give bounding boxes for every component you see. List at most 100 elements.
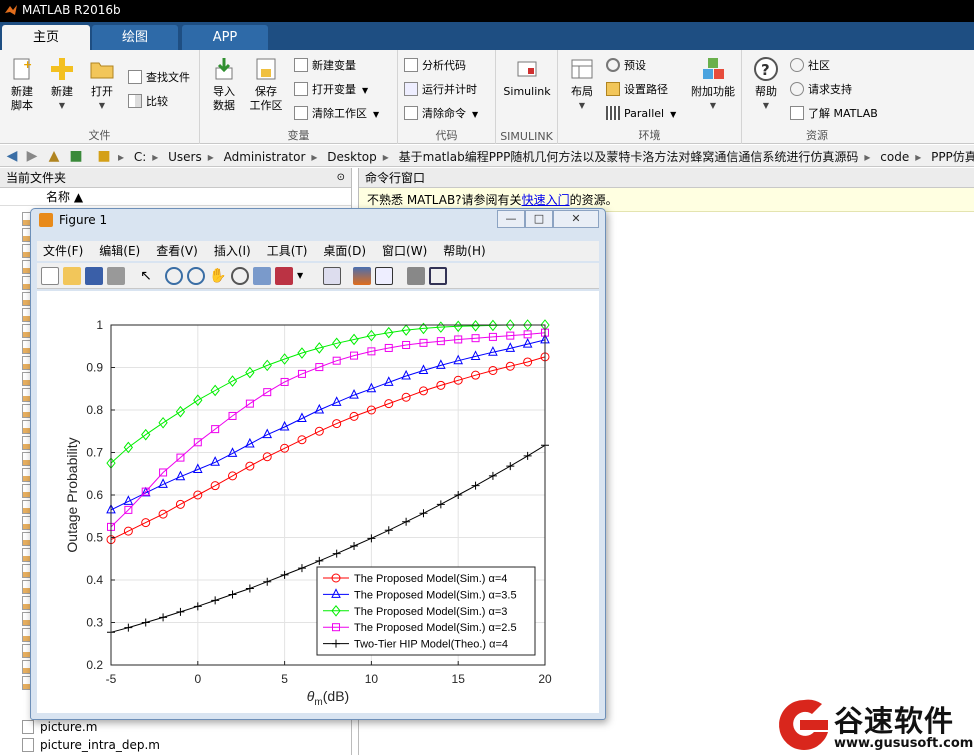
tab-apps[interactable]: APP [182,25,268,50]
up-folder-icon[interactable]: ▲ [46,148,62,164]
set-path-button[interactable]: 设置路径 [606,80,668,100]
back-arrow-icon[interactable]: ◀ [4,148,20,164]
compare-button[interactable]: 比较 [128,92,168,112]
zoom-in-icon[interactable] [165,267,183,285]
legend[interactable]: The Proposed Model(Sim.) α=4 The Proposed… [316,566,536,656]
svg-text:+: + [23,58,32,71]
parallel-button[interactable]: Parallel ▼ [606,104,676,124]
hide-plot-tools-icon[interactable] [407,267,425,285]
menu-desktop[interactable]: 桌面(D) [323,244,366,258]
panel-menu-icon[interactable]: ⊙ [337,168,345,188]
breadcrumb-item[interactable]: PPP仿真 [931,150,974,164]
menu-help[interactable]: 帮助(H) [443,244,485,258]
resources-group: ? 帮助 ▼ 社区 请求支持 了解 MATLAB 资源 [742,50,892,144]
breadcrumb-item[interactable]: Users [168,150,202,164]
menu-insert[interactable]: 插入(I) [214,244,251,258]
maximize-button[interactable]: □ [525,210,553,228]
layout-button[interactable]: 布局 ▼ [562,56,602,113]
new-script-label: 新建 脚本 [11,85,33,112]
data-cursor-icon[interactable] [253,267,271,285]
ribbon: + 新建 脚本 新建 ▼ 打开 ▼ 查找文件 比较 文件 导入 数据 保存 工作… [0,50,974,144]
rotate-3d-icon[interactable] [231,267,249,285]
menu-tools[interactable]: 工具(T) [267,244,308,258]
code-group-label: 代码 [435,129,458,142]
new-button[interactable]: 新建 ▼ [42,56,82,113]
help-button[interactable]: ? 帮助 ▼ [746,56,786,113]
breadcrumb-item[interactable]: Administrator [224,150,306,164]
run-and-time-button[interactable]: 运行并计时 [404,80,477,100]
compare-label: 比较 [146,95,168,108]
preferences-button[interactable]: 预设 [606,56,646,76]
compare-icon [128,94,142,108]
breadcrumb-item[interactable]: C: [134,150,146,164]
breadcrumb-item[interactable]: 基于matlab编程PPP随机几何方法以及蒙特卡洛方法对蜂窝通信通信系统进行仿真… [399,150,859,164]
community-button[interactable]: 社区 [790,56,830,76]
x-tick-label: 5 [281,672,288,686]
simulink-button[interactable]: Simulink [502,56,552,99]
gear-icon [606,58,620,72]
link-plot-icon[interactable] [323,267,341,285]
show-plot-tools-icon[interactable] [429,267,447,285]
save-workspace-icon [256,58,276,80]
tab-plots[interactable]: 绘图 [92,25,178,50]
menu-file[interactable]: 文件(F) [43,244,83,258]
close-button[interactable]: ✕ [553,210,599,228]
breadcrumb-item[interactable]: code [880,150,909,164]
new-plus-icon [51,58,73,80]
breadcrumb-item[interactable]: Desktop [327,150,377,164]
pointer-icon[interactable]: ↖ [137,267,155,285]
outage-probability-plot[interactable]: -5 0 5 10 15 20 0.2 0.3 0.4 0.5 0.6 0.7 0.8 0.9 1 Outa… [37,291,599,713]
menu-view[interactable]: 查看(V) [156,244,198,258]
legend-icon[interactable] [375,267,393,285]
import-data-label: 导入 数据 [213,85,235,112]
gusu-logo-icon [779,699,828,750]
getting-started-link[interactable]: 快速入门 [522,193,570,207]
import-data-button[interactable]: 导入 数据 [204,56,244,113]
forward-arrow-icon[interactable]: ▶ [24,148,40,164]
clear-commands-button[interactable]: 清除命令 ▼ [404,104,478,124]
figure-window: Figure 1 — □ ✕ 文件(F) 编辑(E) 查看(V) 插入(I) 工具(T)… [30,208,606,720]
m-file-icon [22,720,34,734]
simulink-group-label: SIMULINK [500,130,553,143]
analyze-code-icon [404,58,418,72]
name-column-header[interactable]: 名称 ▲ [0,188,351,206]
colorbar-icon[interactable] [353,267,371,285]
figure-toolbar: ↖ ✋ ▼ [37,263,599,289]
find-files-button[interactable]: 查找文件 [128,68,190,88]
print-icon[interactable] [107,267,125,285]
save-workspace-button[interactable]: 保存 工作区 [246,56,286,113]
open-button[interactable]: 打开 ▼ [82,56,122,113]
tab-home[interactable]: 主页 [2,25,90,50]
zoom-out-icon[interactable] [187,267,205,285]
menu-window[interactable]: 窗口(W) [382,244,427,258]
browse-folder-icon[interactable]: ■ [68,148,84,164]
menu-edit[interactable]: 编辑(E) [99,244,140,258]
add-ons-icon [703,58,724,79]
layout-dropdown-icon: ▼ [578,101,586,110]
clear-workspace-button[interactable]: 清除工作区 ▼ [294,104,379,124]
open-variable-button[interactable]: 打开变量 ▼ [294,80,368,100]
x-tick-label: 20 [538,672,552,686]
m-file-icon [22,738,34,752]
legend-entry: The Proposed Model(Sim.) α=3.5 [354,589,517,601]
learn-matlab-button[interactable]: 了解 MATLAB [790,104,878,124]
list-item[interactable]: picture_intra_dep.m [22,737,160,753]
minimize-button[interactable]: — [497,210,525,228]
open-label: 打开 [91,85,113,98]
new-script-button[interactable]: + 新建 脚本 [2,56,42,113]
list-item[interactable]: picture.m [22,719,97,735]
clear-commands-icon [404,106,418,120]
save-icon[interactable] [85,267,103,285]
y-tick-label: 0.2 [86,658,103,672]
brush-dropdown-icon[interactable]: ▼ [297,267,305,285]
pan-hand-icon[interactable]: ✋ [209,267,227,285]
analyze-code-button[interactable]: 分析代码 [404,56,466,76]
find-files-icon [128,70,142,84]
new-figure-icon[interactable] [41,267,59,285]
open-file-icon[interactable] [63,267,81,285]
add-ons-button[interactable]: 附加功能 ▼ [688,56,738,113]
request-support-button[interactable]: 请求支持 [790,80,852,100]
brush-icon[interactable] [275,267,293,285]
breadcrumb-separator: ▸ [915,150,922,164]
new-variable-button[interactable]: 新建变量 [294,56,356,76]
